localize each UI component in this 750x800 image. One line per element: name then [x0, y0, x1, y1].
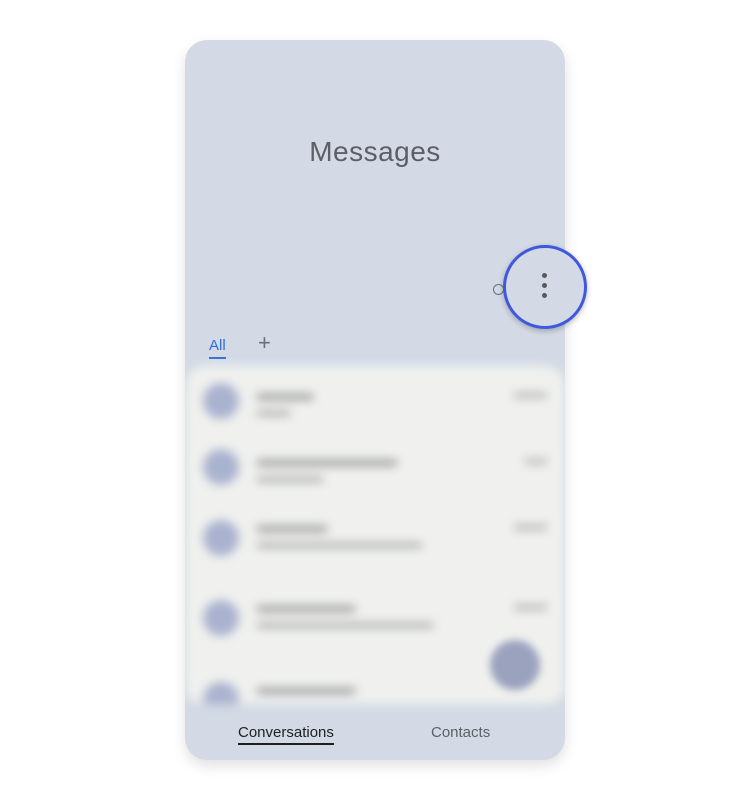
new-message-button[interactable]	[490, 640, 540, 690]
list-item-name: ▬▬▬▬▬▬▬▬▬▬	[257, 452, 397, 468]
list-item-snippet: ▬▬▬▬▬▬▬▬▬▬▬▬▬▬▬▬	[257, 618, 433, 630]
more-vert-icon	[542, 273, 548, 301]
messages-app-window: Messages All + ▬▬▬▬ ▬▬▬ ▬▬▬ ▬▬▬▬▬▬▬▬▬▬ ▬…	[185, 40, 565, 760]
list-item-time: ▬▬▬	[514, 520, 547, 532]
list-item-snippet: ▬▬▬▬▬▬▬▬▬▬▬▬▬▬▬	[257, 538, 422, 550]
list-item[interactable]: ▬▬▬▬▬▬▬ ▬▬▬▬▬▬▬▬▬▬▬▬▬▬▬▬ ▬▬▬	[185, 578, 565, 648]
tab-all[interactable]: All	[209, 337, 226, 359]
tab-contacts[interactable]: Contacts	[431, 724, 490, 741]
page-title: Messages	[309, 136, 441, 167]
list-item-time: ▬▬▬	[514, 600, 547, 612]
list-item[interactable]: ▬▬▬▬ ▬▬▬ ▬▬▬	[185, 366, 565, 436]
more-options-button[interactable]	[503, 245, 587, 329]
list-item-snippet: ▬▬▬▬▬▬	[257, 472, 323, 484]
avatar	[203, 600, 239, 636]
list-item[interactable]: ▬▬▬▬▬▬▬▬▬▬ ▬▬▬▬▬▬ ▬▬	[185, 432, 565, 502]
avatar	[203, 682, 239, 704]
list-item[interactable]: ▬▬▬▬▬ ▬▬▬▬▬▬▬▬▬▬▬▬▬▬▬ ▬▬▬	[185, 498, 565, 568]
avatar	[203, 383, 239, 419]
list-item-name: ▬▬▬▬▬▬▬	[257, 598, 355, 614]
bottom-navigation: Conversations Contacts	[185, 704, 565, 760]
avatar	[203, 520, 239, 556]
list-item-name: ▬▬▬▬	[257, 386, 313, 402]
list-item-time: ▬▬	[525, 454, 547, 466]
list-item-snippet: ▬▬▬	[257, 406, 290, 418]
tab-conversations[interactable]: Conversations	[238, 724, 334, 745]
list-item-name: ▬▬▬▬▬▬▬	[257, 680, 355, 696]
add-category-button[interactable]: +	[258, 332, 271, 354]
list-item-name: ▬▬▬▬▬	[257, 518, 327, 534]
avatar	[203, 449, 239, 485]
list-item-time: ▬▬▬	[514, 388, 547, 400]
